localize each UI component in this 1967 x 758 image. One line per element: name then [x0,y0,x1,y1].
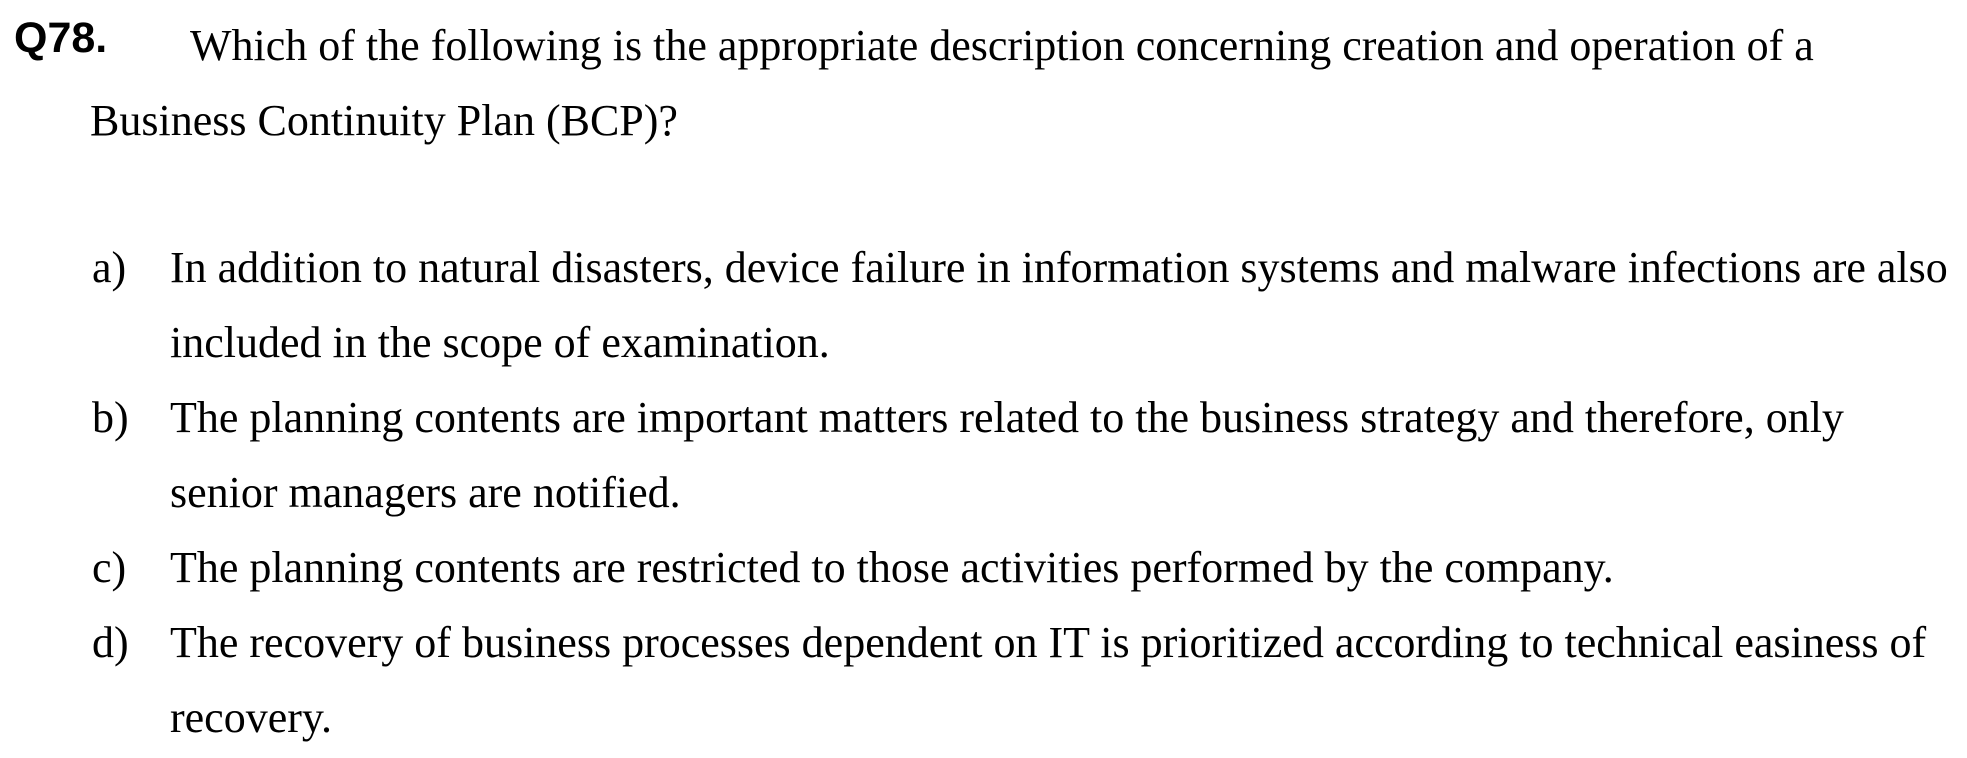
option-text: The planning contents are important matt… [170,393,1844,517]
option-label: a) [92,243,127,292]
option-b[interactable]: b) The planning contents are important m… [92,380,1962,530]
option-label: d) [92,618,129,667]
option-text: The recovery of business processes depen… [170,618,1927,742]
option-d[interactable]: d) The recovery of business processes de… [92,605,1962,755]
option-c[interactable]: c) The planning contents are restricted … [92,530,1962,605]
option-label: c) [92,543,127,592]
option-label: b) [92,393,129,442]
question-text: Which of the following is the appropriat… [90,21,1814,145]
option-text: In addition to natural disasters, device… [170,243,1948,367]
question-page: Q78. Which of the following is the appro… [0,0,1967,758]
answer-options: a) In addition to natural disasters, dev… [92,230,1962,755]
option-text: The planning contents are restricted to … [170,543,1614,592]
option-a[interactable]: a) In addition to natural disasters, dev… [92,230,1962,380]
